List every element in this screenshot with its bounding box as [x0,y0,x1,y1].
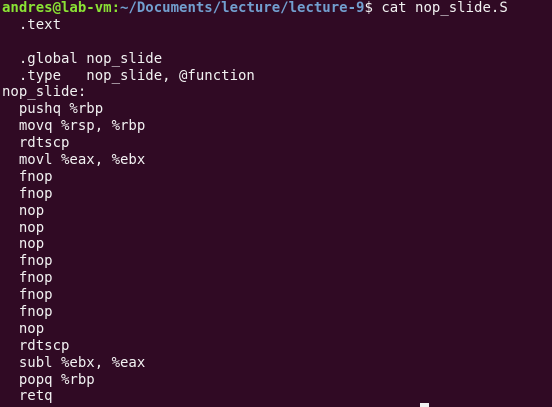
output-line: nop [2,219,45,236]
output-line: nop [2,320,45,337]
output-line: pushq %rbp [2,101,104,118]
output-line: .type nop_slide, @function [2,67,255,84]
output-line: movq %rsp, %rbp [2,118,146,135]
output-line: nop [2,236,45,253]
prompt-line: andres@lab-vm:~/Documents/lecture/lectur… [2,0,552,17]
prompt-symbol: $ [364,0,373,16]
prompt-user-host: andres@lab-vm [2,0,112,16]
prompt-command: cat nop_slide.S [372,0,508,16]
output-line: rdtscp [2,135,70,152]
terminal-window[interactable]: andres@lab-vm:~/Documents/lecture/lectur… [0,0,552,407]
output-line: .global nop_slide [2,50,163,67]
output-line: fnop [2,168,53,185]
output-line: subl %ebx, %eax [2,354,146,371]
output-line: nop_slide: [2,84,87,101]
output-line: nop [2,202,45,219]
output-line: popq %rbp [2,371,95,388]
output-line: retq [2,388,53,405]
prompt-path: ~/Documents/lecture/lecture-9 [120,0,365,16]
text-cursor [420,403,429,407]
output-line: .text [2,16,62,33]
output-line: movl %eax, %ebx [2,152,146,169]
output-line: fnop [2,287,53,304]
output-line: fnop [2,304,53,321]
output-line: fnop [2,185,53,202]
output-line: fnop [2,253,53,270]
output-line: rdtscp [2,337,70,354]
output-line: fnop [2,270,53,287]
prompt-separator: : [111,0,121,16]
